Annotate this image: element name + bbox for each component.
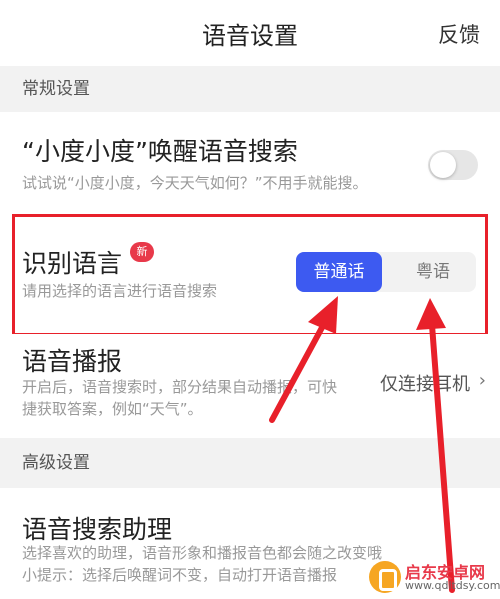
- watermark-url: www.qdltdsy.com: [405, 579, 500, 592]
- top-bar: 语音设置 反馈: [0, 0, 500, 66]
- section-header-advanced: 高级设置: [0, 438, 500, 488]
- broadcast-setting-value: 仅连接耳机: [380, 374, 470, 395]
- feedback-button[interactable]: 反馈: [438, 19, 480, 49]
- language-option-mandarin[interactable]: 普通话: [296, 252, 382, 292]
- language-option-cantonese[interactable]: 粤语: [390, 252, 476, 292]
- broadcast-setting-desc: 开启后，语音搜索时，部分结果自动播报，可快捷获取答案，例如“天气”。: [22, 378, 338, 418]
- toggle-knob: [430, 152, 456, 178]
- broadcast-setting-title: 语音播报: [22, 347, 123, 376]
- wake-setting-row[interactable]: “小度小度”唤醒语音搜索 试试说“小度小度，今天天气如何？”不用手就能搜。: [0, 112, 500, 220]
- language-setting-title: 识别语言: [22, 249, 123, 278]
- language-setting-desc: 请用选择的语言进行语音搜索: [22, 282, 218, 300]
- wake-toggle[interactable]: [428, 150, 478, 180]
- new-badge: 新: [130, 242, 154, 262]
- language-setting-row: 识别语言 新 请用选择的语言进行语音搜索 普通话 粤语: [0, 220, 500, 334]
- chevron-right-icon: ›: [478, 370, 486, 391]
- wake-setting-desc: 试试说“小度小度，今天天气如何？”不用手就能搜。: [22, 174, 368, 192]
- assistant-setting-title: 语音搜索助理: [22, 515, 173, 544]
- wake-setting-title: “小度小度”唤醒语音搜索: [22, 137, 298, 166]
- watermark: 启东安卓网 www.qdltdsy.com: [365, 555, 500, 599]
- section-header-general: 常规设置: [0, 66, 500, 112]
- watermark-logo-icon: [369, 561, 401, 593]
- page-title: 语音设置: [202, 22, 298, 50]
- broadcast-setting-row[interactable]: 语音播报 开启后，语音搜索时，部分结果自动播报，可快捷获取答案，例如“天气”。 …: [0, 334, 500, 438]
- language-segmented-control: 普通话 粤语: [296, 252, 476, 292]
